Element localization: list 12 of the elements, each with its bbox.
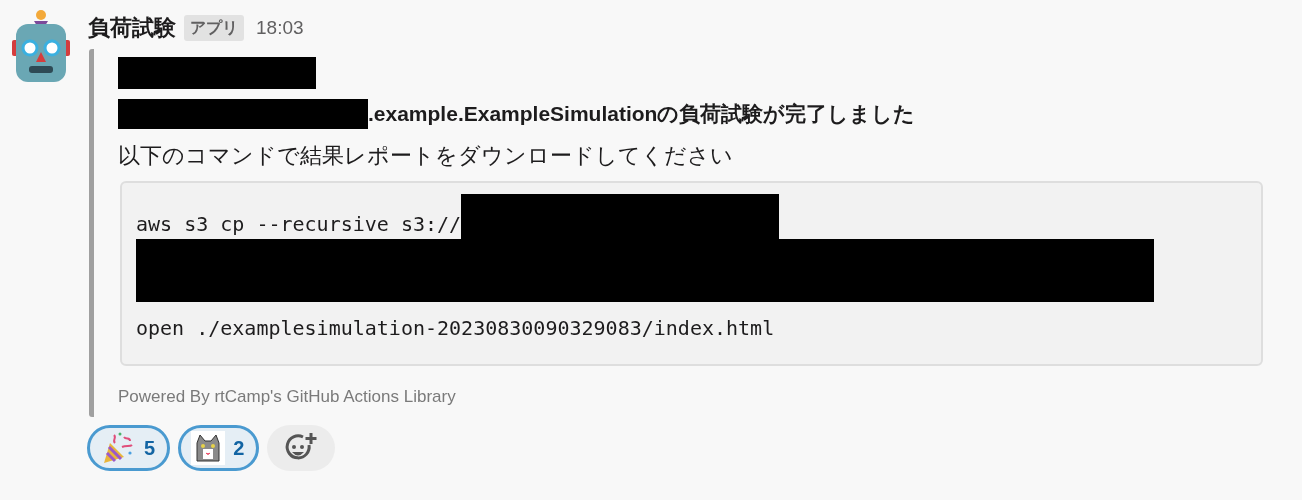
- message-text: 以下のコマンドで結果レポートをダウンロードしてください: [118, 141, 733, 170]
- code-line: aws s3 cp --recursive s3://: [136, 210, 462, 238]
- reaction-button[interactable]: 5: [87, 425, 171, 471]
- cat-sticker-icon: [191, 431, 226, 465]
- message-time[interactable]: 18:03: [256, 14, 304, 43]
- app-label: アプリ: [184, 15, 244, 42]
- message-text: .example.ExampleSimulationの負荷試験が完了しました: [368, 100, 916, 127]
- reaction-button[interactable]: 2: [178, 425, 260, 471]
- code-line: open ./examplesimulation-20230830090329083/index.html: [136, 314, 775, 342]
- add-reaction-button[interactable]: [267, 425, 336, 471]
- sender-name[interactable]: 負荷試験: [88, 17, 176, 40]
- footer-text: Powered By rtCamp's GitHub Actions Library: [118, 385, 457, 408]
